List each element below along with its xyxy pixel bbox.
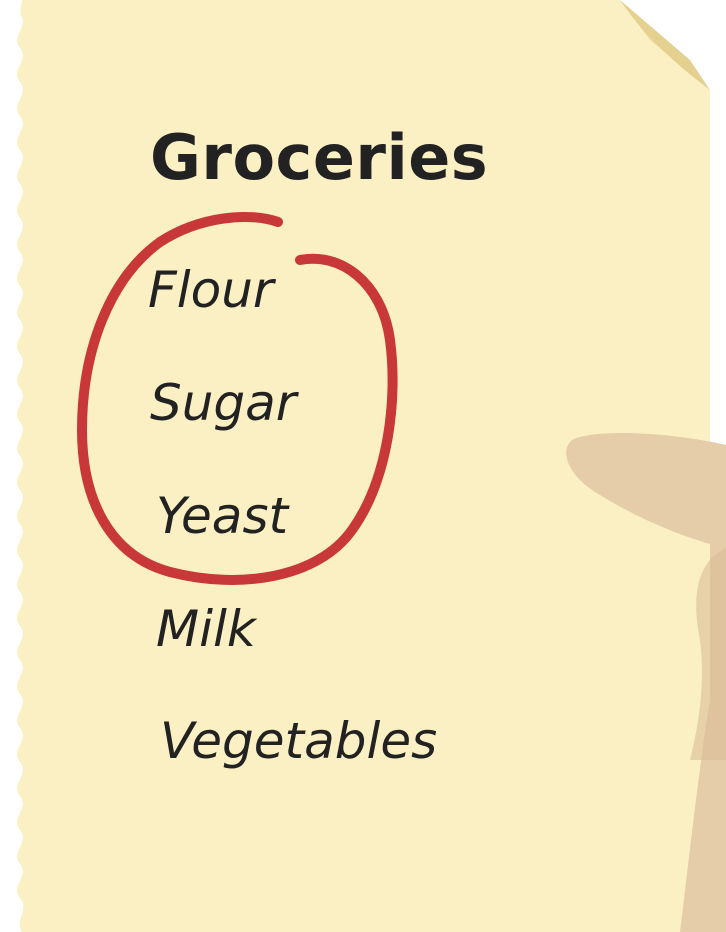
list-item: Flour: [148, 261, 274, 319]
list-item: Yeast: [156, 487, 289, 545]
list-item: Milk: [156, 600, 256, 658]
grocery-note-scene: Groceries Flour Sugar Yeast Milk Vegetab…: [0, 0, 726, 932]
list-item: Vegetables: [160, 712, 438, 770]
list-item: Sugar: [150, 374, 297, 432]
page-title: Groceries: [150, 121, 489, 194]
